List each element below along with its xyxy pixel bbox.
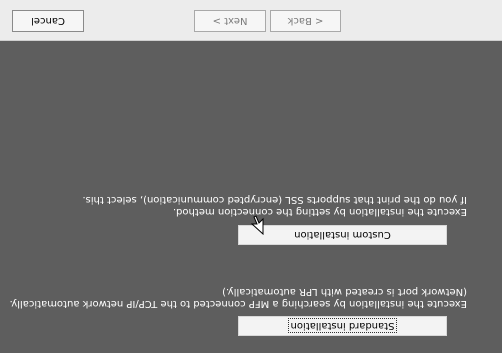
installer-window: Standard installation Execute the instal… — [0, 0, 502, 353]
standard-desc-line-1: Execute the installation by searching a … — [9, 298, 467, 309]
custom-installation-label: Custom installation — [294, 229, 391, 241]
custom-installation-description: Execute the installation by setting the … — [82, 193, 467, 217]
custom-desc-line-2: If you do the print that supports SSL (e… — [82, 194, 467, 205]
installation-type-panel: Standard installation Execute the instal… — [0, 41, 502, 353]
cancel-button[interactable]: Cancel — [12, 10, 84, 32]
mouse-pointer-icon — [250, 215, 264, 235]
next-button[interactable]: Next > — [194, 10, 266, 32]
standard-installation-description: Execute the installation by searching a … — [10, 285, 467, 309]
custom-installation-button[interactable]: Custom installation — [238, 225, 447, 245]
standard-desc-line-2: (Network port is created with LPR automa… — [222, 286, 467, 297]
wizard-button-bar: < Back Next > Cancel — [0, 0, 502, 41]
standard-installation-button[interactable]: Standard installation — [238, 316, 447, 336]
back-button[interactable]: < Back — [270, 10, 341, 32]
standard-installation-label: Standard installation — [287, 318, 398, 334]
custom-desc-line-1: Execute the installation by setting the … — [172, 206, 467, 217]
